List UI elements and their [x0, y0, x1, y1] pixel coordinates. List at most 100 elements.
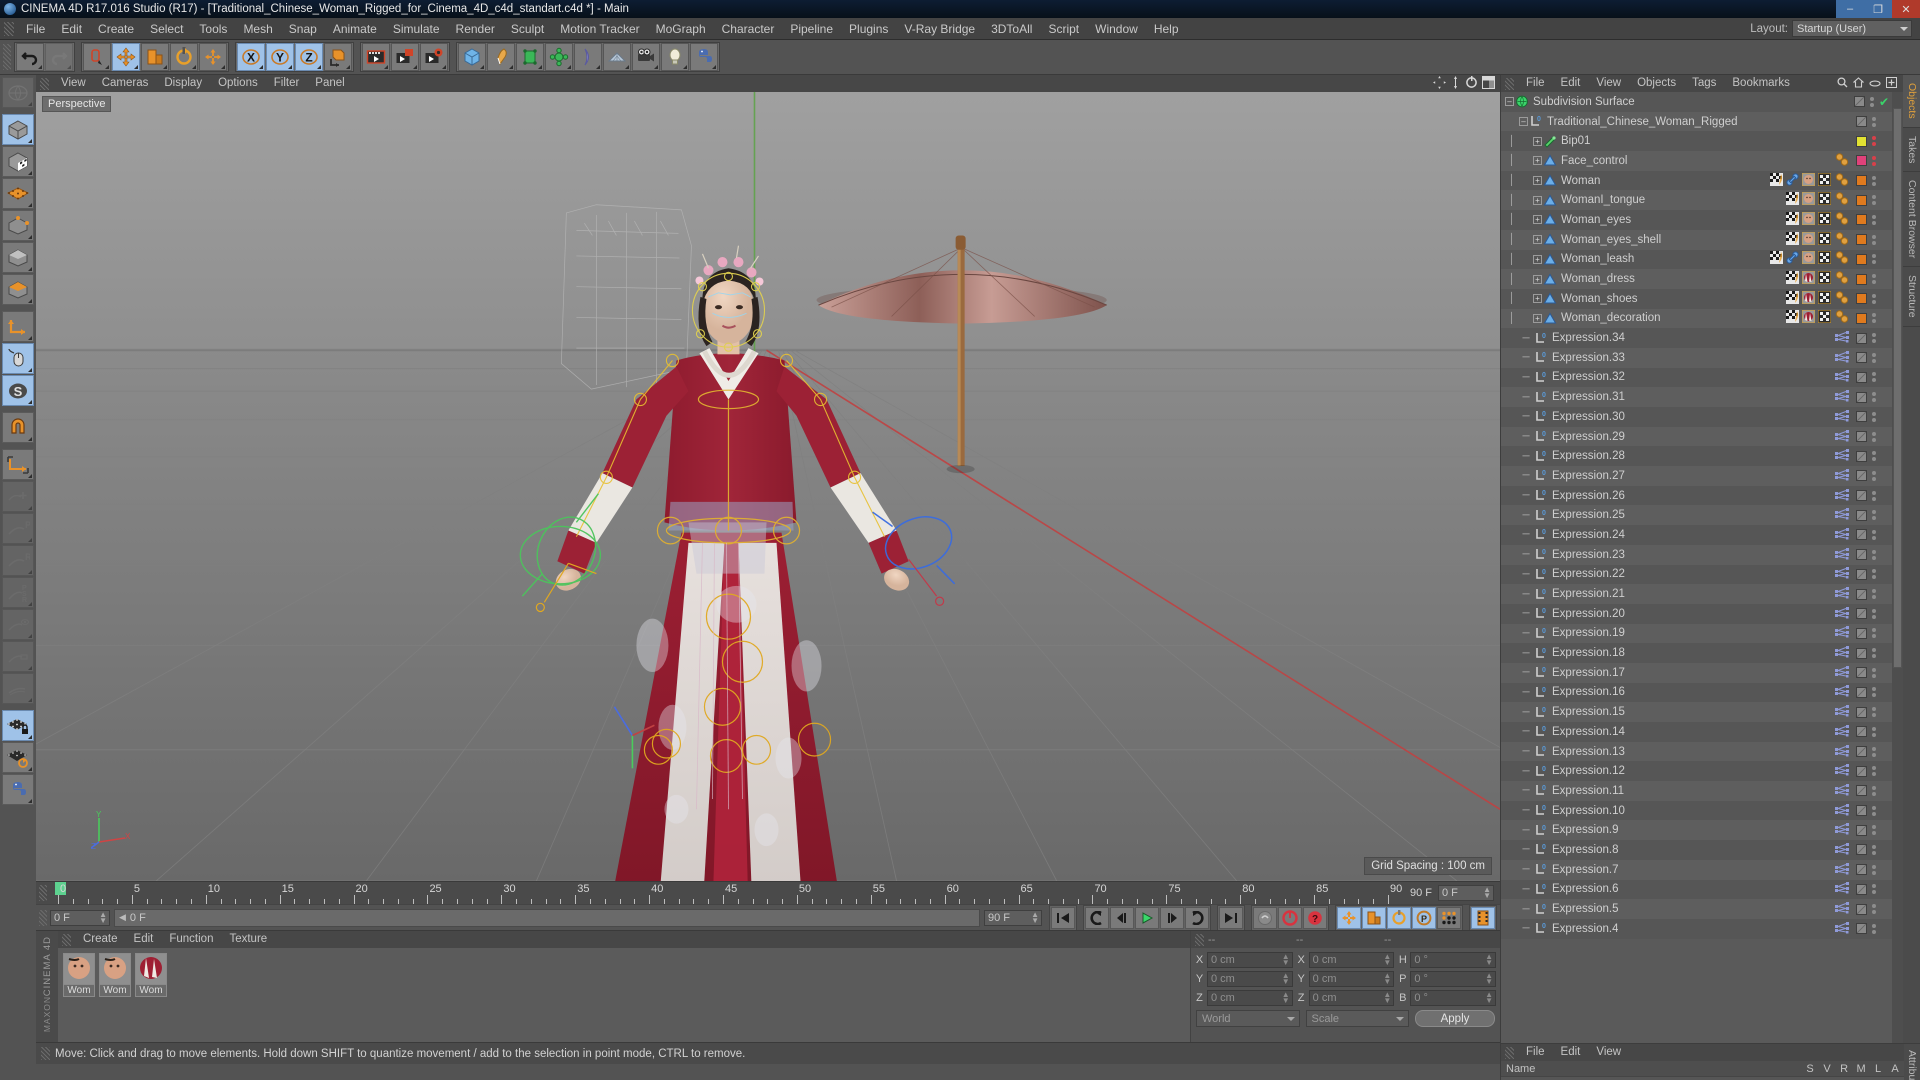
menu-3dtoall[interactable]: 3DToAll: [983, 18, 1040, 40]
preview-range-end-field[interactable]: 90 F ▲ ▼: [984, 909, 1042, 926]
tag-checker-icon[interactable]: [1817, 250, 1832, 267]
object-tree-scrollbar[interactable]: [1892, 92, 1903, 1043]
visibility-dots[interactable]: [1872, 785, 1876, 796]
timeline-grip-handle[interactable]: [39, 885, 47, 901]
menu-plugins[interactable]: Plugins: [841, 18, 896, 40]
object-row[interactable]: │ + Woman_shoes: [1501, 288, 1903, 309]
render-settings-button[interactable]: [420, 43, 448, 71]
visibility-dots[interactable]: [1872, 687, 1876, 698]
tag-skin-icon[interactable]: [1801, 231, 1816, 248]
object-color-swatch[interactable]: [1856, 214, 1867, 226]
object-color-swatch[interactable]: [1856, 647, 1867, 659]
material-chip[interactable]: Wom: [99, 953, 131, 997]
viewport-menu-cameras[interactable]: Cameras: [94, 75, 157, 92]
visibility-dots[interactable]: [1872, 254, 1876, 265]
menu-mograph[interactable]: MoGraph: [648, 18, 714, 40]
object-color-swatch[interactable]: [1856, 450, 1867, 462]
tag-xpresso-icon[interactable]: [1834, 822, 1850, 838]
position-x-field[interactable]: 0 cm ▲ ▼: [1207, 952, 1293, 968]
material-chip[interactable]: Wom: [135, 953, 167, 997]
visibility-dots[interactable]: [1872, 313, 1876, 324]
scale-tool-button[interactable]: [141, 43, 169, 71]
animate-position-button[interactable]: P: [2, 513, 34, 544]
status-grip-handle[interactable]: [41, 1047, 50, 1060]
object-row[interactable]: │ + WomanI_tongue: [1501, 190, 1903, 211]
object-color-swatch[interactable]: [1856, 529, 1867, 541]
camera-button[interactable]: [632, 43, 660, 71]
expander-minus-icon[interactable]: –: [1519, 117, 1528, 127]
layer-grip-handle[interactable]: [1505, 1046, 1514, 1059]
object-color-swatch[interactable]: [1856, 726, 1867, 738]
redo-button[interactable]: [45, 43, 73, 71]
magnet-tool-button[interactable]: [2, 412, 34, 443]
menu-sculpt[interactable]: Sculpt: [503, 18, 552, 40]
object-row[interactable]: │ + Woman: [1501, 170, 1903, 191]
add-spline-button[interactable]: [487, 43, 515, 71]
object-color-swatch[interactable]: [1856, 411, 1867, 423]
timeline-toggle-button[interactable]: [1471, 906, 1495, 929]
tag-skin-icon[interactable]: [1801, 250, 1816, 267]
move-tool-button[interactable]: [112, 43, 140, 71]
object-row[interactable]: │ + Face_control: [1501, 151, 1903, 171]
menu-grip-handle[interactable]: [4, 21, 14, 36]
visibility-dots[interactable]: [1872, 136, 1876, 147]
layer-menu-file[interactable]: File: [1518, 1044, 1553, 1061]
animate-rotation-button[interactable]: R: [2, 545, 34, 576]
object-row[interactable]: ─ 0 Expression.30: [1501, 407, 1903, 427]
y-axis-lock-button[interactable]: Y: [266, 43, 294, 71]
workplane-button[interactable]: [2, 449, 34, 480]
expander-plus-icon[interactable]: +: [1533, 136, 1542, 146]
search-icon[interactable]: [1837, 76, 1848, 91]
object-row[interactable]: ─ 0 Expression.24: [1501, 525, 1903, 545]
size-x-field[interactable]: 0 cm ▲ ▼: [1308, 952, 1395, 968]
ellipse-icon[interactable]: [1869, 77, 1881, 91]
object-row[interactable]: ─ 0 Expression.13: [1501, 741, 1903, 762]
python-button[interactable]: [690, 43, 718, 71]
visibility-dots[interactable]: [1872, 825, 1876, 836]
object-row[interactable]: ─ 0 Expression.20: [1501, 603, 1903, 624]
object-menu-tags[interactable]: Tags: [1684, 75, 1724, 92]
object-row[interactable]: ─ 0 Expression.22: [1501, 564, 1903, 585]
object-row[interactable]: ─ 0 Expression.18: [1501, 643, 1903, 663]
scene-floor-button[interactable]: [603, 43, 631, 71]
object-color-swatch[interactable]: [1856, 608, 1867, 620]
rotate-view-icon[interactable]: [1465, 75, 1478, 92]
object-row[interactable]: │ + Bip01: [1501, 131, 1903, 152]
viewport-grip-handle[interactable]: [40, 77, 49, 90]
tag-xpresso-icon[interactable]: [1834, 684, 1850, 700]
object-color-swatch[interactable]: [1856, 588, 1867, 600]
visibility-dots[interactable]: [1872, 628, 1876, 639]
previous-keyframe-button[interactable]: [1085, 906, 1109, 929]
object-color-swatch[interactable]: [1856, 805, 1867, 817]
spinner-icon[interactable]: ▲ ▼: [1383, 972, 1391, 986]
material-menu-texture[interactable]: Texture: [221, 931, 275, 948]
tag-xpresso-icon[interactable]: [1834, 330, 1850, 346]
spinner-icon[interactable]: ▲ ▼: [1282, 991, 1290, 1005]
size-mode-dropdown[interactable]: Scale: [1305, 1010, 1409, 1027]
object-color-swatch[interactable]: [1856, 746, 1867, 758]
timeline-scrub-bar[interactable]: ◀ 0 F: [114, 908, 980, 927]
object-row[interactable]: ─ 0 Expression.19: [1501, 623, 1903, 644]
object-color-swatch[interactable]: [1856, 903, 1867, 915]
tag-xpresso-icon[interactable]: [1834, 507, 1850, 523]
object-row[interactable]: │ + Woman_dress: [1501, 269, 1903, 289]
move-axis-button[interactable]: [199, 43, 227, 71]
layer-menu-view[interactable]: View: [1588, 1044, 1629, 1061]
object-color-swatch[interactable]: [1856, 470, 1867, 482]
tag-uv-icon[interactable]: [1786, 211, 1799, 228]
visibility-dots[interactable]: [1872, 746, 1876, 757]
tag-xpresso-icon[interactable]: [1834, 566, 1850, 582]
material-thumbnail[interactable]: [63, 953, 95, 985]
visibility-dots[interactable]: [1872, 884, 1876, 895]
layout-selector[interactable]: Layout: Startup (User): [1750, 20, 1912, 37]
visibility-dots[interactable]: [1872, 726, 1876, 737]
expander-plus-icon[interactable]: +: [1533, 313, 1542, 323]
object-row[interactable]: ─ 0 Expression.9: [1501, 820, 1903, 841]
object-menu-objects[interactable]: Objects: [1629, 75, 1684, 92]
expander-plus-icon[interactable]: +: [1533, 254, 1542, 264]
object-row[interactable]: ─ 0 Expression.16: [1501, 682, 1903, 703]
object-row[interactable]: ─ 0 Expression.10: [1501, 800, 1903, 821]
size-y-field[interactable]: 0 cm ▲ ▼: [1308, 971, 1395, 987]
object-color-swatch[interactable]: [1856, 293, 1867, 305]
rotation-p-field[interactable]: 0 ° ▲ ▼: [1410, 971, 1497, 987]
